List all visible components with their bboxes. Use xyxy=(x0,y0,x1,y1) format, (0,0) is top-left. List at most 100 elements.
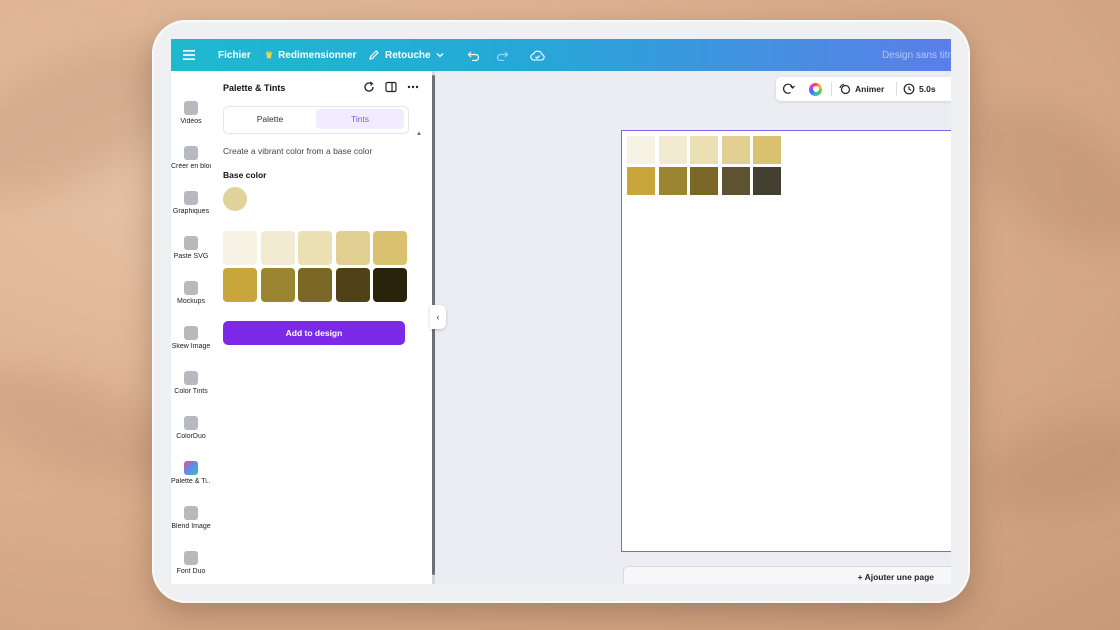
document-title[interactable]: Design sans titre xyxy=(882,39,951,71)
blend-image-icon xyxy=(184,506,198,520)
panel-description: Create a vibrant color from a base color xyxy=(223,146,373,156)
element-toolbar: Animer 5.0s xyxy=(776,77,951,101)
app-screen: Fichier ♛ Redimensionner Retouche Design… xyxy=(171,39,951,584)
redo-button[interactable] xyxy=(496,39,509,71)
canvas-color-swatch[interactable] xyxy=(753,167,781,195)
file-menu[interactable]: Fichier xyxy=(218,39,251,71)
edit-menu[interactable]: Retouche xyxy=(368,39,444,71)
palette-tints-icon xyxy=(184,461,198,475)
replace-button[interactable] xyxy=(782,77,795,101)
canvas-color-swatch[interactable] xyxy=(690,136,718,164)
rail-item-charts[interactable]: Graphiques xyxy=(171,191,211,215)
canvas-color-swatch[interactable] xyxy=(658,167,687,195)
duration-label: 5.0s xyxy=(919,84,936,94)
rail-item-label: Mockups xyxy=(176,298,205,305)
animate-button[interactable]: Animer xyxy=(838,77,884,101)
color-tints-icon xyxy=(184,371,198,385)
crown-icon: ♛ xyxy=(265,49,274,60)
shade-swatch[interactable] xyxy=(260,268,295,302)
resize-label: Redimensionner xyxy=(278,49,357,61)
pencil-icon xyxy=(369,50,379,60)
rail-item-skew-image[interactable]: Skew Image xyxy=(171,326,211,350)
undo-button[interactable] xyxy=(467,39,480,71)
palette-tints-panel: Palette & Tints Palette Tints ▲ Create a… xyxy=(211,71,433,584)
charts-icon xyxy=(184,191,198,205)
rail-item-paste-svg[interactable]: Paste SVG xyxy=(171,236,211,260)
shade-swatch[interactable] xyxy=(373,268,407,302)
chevron-left-icon: ‹ xyxy=(436,312,440,322)
colorduo-icon xyxy=(184,416,198,430)
rail-item-label: Vidéos xyxy=(180,118,202,125)
background-shadow xyxy=(946,72,1120,278)
animate-label: Animer xyxy=(855,84,885,94)
canvas-color-swatch[interactable] xyxy=(721,136,750,164)
rail-item-bulk-create[interactable]: Créer en bloc xyxy=(171,146,211,170)
rail-item-label: Paste SVG xyxy=(173,253,209,260)
rail-item-mockups[interactable]: Mockups xyxy=(171,281,211,305)
rail-item-label: Skew Image xyxy=(171,343,211,350)
shade-swatch[interactable] xyxy=(298,268,332,302)
menu-button[interactable] xyxy=(183,39,195,71)
rail-item-font-duo[interactable]: Font Duo xyxy=(171,551,211,575)
tint-swatch[interactable] xyxy=(298,231,332,265)
bulk-create-icon xyxy=(184,146,198,160)
tint-swatch[interactable] xyxy=(373,231,407,265)
more-options-icon[interactable] xyxy=(407,81,419,93)
edit-label: Retouche xyxy=(385,49,431,61)
base-color-label: Base color xyxy=(223,170,267,180)
animate-icon xyxy=(839,83,851,95)
redo-icon xyxy=(496,51,509,61)
scroll-up-icon[interactable]: ▲ xyxy=(416,131,422,137)
mockups-icon xyxy=(184,281,198,295)
canvas-color-swatch[interactable] xyxy=(627,136,655,164)
duration-button[interactable]: 5.0s xyxy=(903,77,936,101)
background-shadow xyxy=(971,398,1120,532)
replace-icon xyxy=(782,83,795,94)
sidebar-toggle-icon[interactable] xyxy=(385,81,397,93)
panel-actions xyxy=(363,81,419,93)
canvas-color-swatch[interactable] xyxy=(753,136,781,164)
resize-button[interactable]: ♛ Redimensionner xyxy=(265,39,356,71)
add-to-design-button[interactable]: Add to design xyxy=(223,321,405,345)
rail-item-label: Font Duo xyxy=(176,568,206,575)
rail-item-label: Créer en bloc xyxy=(171,163,211,170)
canvas-color-swatch[interactable] xyxy=(627,167,655,195)
rail-item-palette-tints[interactable]: Palette & Ti... xyxy=(171,461,211,485)
rail-item-color-tints[interactable]: Color Tints xyxy=(171,371,211,395)
top-bar: Fichier ♛ Redimensionner Retouche Design… xyxy=(171,39,951,71)
toolbar-divider xyxy=(896,82,897,96)
add-page-button[interactable]: + Ajouter une page xyxy=(623,566,951,584)
canvas-color-swatch[interactable] xyxy=(721,167,750,195)
tint-swatch[interactable] xyxy=(335,231,370,265)
tab-tints[interactable]: Tints xyxy=(316,109,404,129)
rail-item-blend-image[interactable]: Blend Image xyxy=(171,506,211,530)
canvas-color-swatch[interactable] xyxy=(690,167,718,195)
toolbar-divider xyxy=(831,82,832,96)
tablet-frame: Fichier ♛ Redimensionner Retouche Design… xyxy=(152,20,970,603)
tab-palette[interactable]: Palette xyxy=(226,109,314,129)
collapse-panel-button[interactable]: ‹ xyxy=(430,305,446,329)
rail-item-label: Blend Image xyxy=(171,523,211,530)
hamburger-icon xyxy=(183,50,195,60)
tint-swatch[interactable] xyxy=(223,231,257,265)
rail-item-videos[interactable]: Vidéos xyxy=(171,101,211,125)
tint-swatch[interactable] xyxy=(260,231,295,265)
rail-item-label: Palette & Ti... xyxy=(171,478,211,485)
canvas-color-swatch[interactable] xyxy=(658,136,687,164)
refresh-icon[interactable] xyxy=(363,81,375,93)
color-button[interactable] xyxy=(809,77,822,101)
shade-swatch[interactable] xyxy=(223,268,257,302)
rail-item-label: ColorDuo xyxy=(176,433,206,440)
shade-swatch[interactable] xyxy=(335,268,370,302)
design-page[interactable] xyxy=(621,130,951,552)
file-menu-label: Fichier xyxy=(218,49,251,61)
clock-icon xyxy=(903,83,915,95)
paste-svg-icon xyxy=(184,236,198,250)
undo-icon xyxy=(467,51,480,61)
rail-item-label: Graphiques xyxy=(172,208,210,215)
base-color-swatch[interactable] xyxy=(223,187,247,211)
save-status[interactable] xyxy=(530,39,545,71)
rail-item-colorduo[interactable]: ColorDuo xyxy=(171,416,211,440)
font-duo-icon xyxy=(184,551,198,565)
rail-item-label: Color Tints xyxy=(174,388,208,395)
